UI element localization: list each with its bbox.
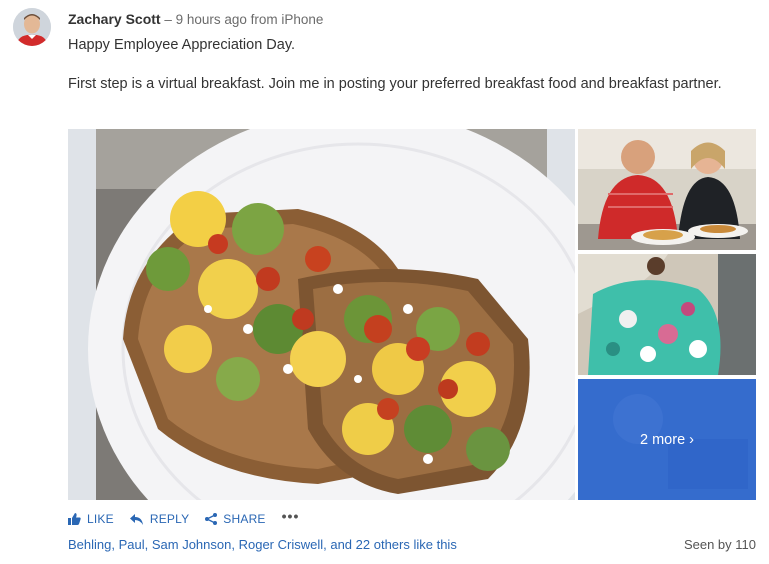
- post-meta: – 9 hours ago from iPhone: [160, 12, 324, 27]
- liker-name[interactable]: Roger Criswell: [239, 537, 324, 552]
- liker-name[interactable]: Behling, Paul: [68, 537, 145, 552]
- more-photos-label: 2 more ›: [640, 431, 694, 448]
- share-button[interactable]: SHARE: [205, 512, 265, 526]
- thumbnail-1[interactable]: [578, 129, 756, 250]
- user-avatar-image: [13, 8, 51, 46]
- post-message-line2: First step is a virtual breakfast. Join …: [68, 76, 722, 92]
- seen-count: Seen by 110: [683, 537, 756, 552]
- likes-suffix: like this: [409, 537, 457, 552]
- reply-arrow-icon: [129, 513, 143, 525]
- dog-blanket-image: [578, 254, 756, 375]
- reply-button[interactable]: REPLY: [129, 512, 190, 526]
- share-icon: [205, 513, 218, 525]
- avocado-toast-image: [68, 129, 575, 500]
- likes-summary: Behling, Paul, Sam Johnson, Roger Criswe…: [68, 537, 457, 552]
- likes-others-link[interactable]: 22 others: [356, 537, 410, 552]
- reply-label: REPLY: [149, 512, 190, 526]
- post-header: Zachary Scott – 9 hours ago from iPhone: [68, 10, 323, 29]
- share-label: SHARE: [223, 512, 266, 526]
- thumbs-up-icon: [68, 513, 81, 525]
- like-button[interactable]: LIKE: [68, 512, 114, 526]
- author-name[interactable]: Zachary Scott: [68, 11, 161, 27]
- more-overlay: 2 more ›: [578, 379, 756, 500]
- image-gallery: 2 more ›: [68, 129, 756, 500]
- post-actions: LIKE REPLY SHARE •••: [68, 508, 299, 526]
- liker-name[interactable]: Sam Johnson: [152, 537, 232, 552]
- main-photo[interactable]: [68, 129, 575, 500]
- thumbnail-2[interactable]: [578, 254, 756, 375]
- more-photos-tile[interactable]: 2 more ›: [578, 379, 756, 500]
- like-label: LIKE: [87, 512, 114, 526]
- likes-and: , and: [323, 537, 356, 552]
- post-message-line1: Happy Employee Appreciation Day.: [68, 37, 296, 53]
- likes-separator: ,: [231, 537, 239, 552]
- more-options-button[interactable]: •••: [282, 508, 300, 524]
- likes-separator: ,: [144, 537, 152, 552]
- avatar[interactable]: [13, 8, 51, 46]
- couple-breakfast-image: [578, 129, 756, 250]
